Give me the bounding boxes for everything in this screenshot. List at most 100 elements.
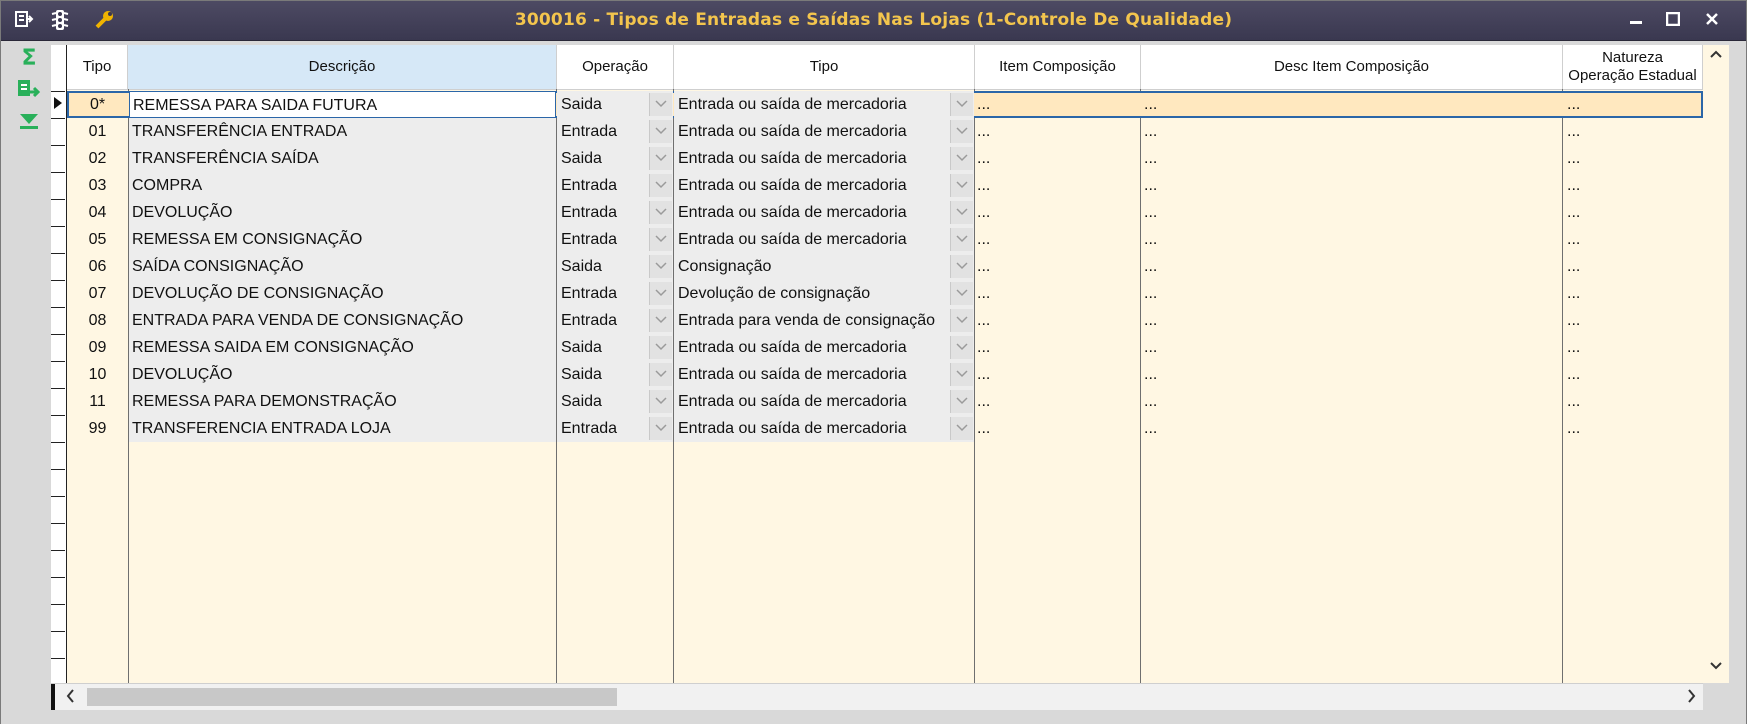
cell-tipo[interactable]: 08 <box>67 307 128 334</box>
cell-desc-item-composicao[interactable]: ... <box>1142 118 1562 145</box>
header-item-composicao[interactable]: Item Composição <box>975 45 1141 89</box>
cell-operacao[interactable]: Saida <box>557 91 673 118</box>
cell-descricao[interactable]: SAÍDA CONSIGNAÇÃO <box>129 253 556 280</box>
chevron-down-icon[interactable] <box>649 336 672 359</box>
table-row[interactable]: 04 DEVOLUÇÃO Entrada Entrada ou saída de me… <box>67 199 1703 226</box>
scroll-down-icon[interactable] <box>1707 659 1725 675</box>
cell-natureza-operacao[interactable]: ... <box>1565 145 1703 172</box>
chevron-down-icon[interactable] <box>950 93 973 116</box>
cell-natureza-operacao[interactable]: ... <box>1565 199 1703 226</box>
table-row[interactable]: 99 TRANSFERENCIA ENTRADA LOJA Entrada Entra… <box>67 415 1703 442</box>
header-natureza-operacao[interactable]: Natureza Operação Estadual <box>1563 45 1703 89</box>
chevron-down-icon[interactable] <box>649 228 672 251</box>
cell-descricao[interactable]: REMESSA PARA DEMONSTRAÇÃO <box>129 388 556 415</box>
cell-desc-item-composicao[interactable]: ... <box>1142 91 1562 118</box>
table-row[interactable]: 06 SAÍDA CONSIGNAÇÃO Saida Consignação.....… <box>67 253 1703 280</box>
cell-descricao[interactable]: COMPRA <box>129 172 556 199</box>
cell-operacao[interactable]: Entrada <box>557 172 673 199</box>
chevron-down-icon[interactable] <box>950 228 973 251</box>
cell-tipo[interactable]: 99 <box>67 415 128 442</box>
scroll-left-icon[interactable] <box>61 686 79 710</box>
cell-tipo-movimento[interactable]: Entrada ou saída de mercadoria <box>674 334 974 361</box>
chevron-down-icon[interactable] <box>649 255 672 278</box>
cell-descricao[interactable]: DEVOLUÇÃO <box>129 361 556 388</box>
chevron-down-icon[interactable] <box>950 390 973 413</box>
cell-item-composicao[interactable]: ... <box>975 172 1140 199</box>
table-row[interactable]: 01 TRANSFERÊNCIA ENTRADA Entrada Entrada ou… <box>67 118 1703 145</box>
cell-desc-item-composicao[interactable]: ... <box>1142 388 1562 415</box>
cell-descricao[interactable]: TRANSFERÊNCIA ENTRADA <box>129 118 556 145</box>
cell-descricao[interactable]: REMESSA EM CONSIGNAÇÃO <box>129 226 556 253</box>
horizontal-scroll-thumb[interactable] <box>87 688 617 706</box>
header-tipo[interactable]: Tipo <box>67 45 128 89</box>
cell-tipo-movimento[interactable]: Entrada ou saída de mercadoria <box>674 388 974 415</box>
chevron-down-icon[interactable] <box>950 147 973 170</box>
cell-desc-item-composicao[interactable]: ... <box>1142 172 1562 199</box>
table-row[interactable]: 05 REMESSA EM CONSIGNAÇÃO Entrada Entrada o… <box>67 226 1703 253</box>
cell-item-composicao[interactable]: ... <box>975 280 1140 307</box>
chevron-down-icon[interactable] <box>950 336 973 359</box>
cell-natureza-operacao[interactable]: ... <box>1565 253 1703 280</box>
cell-tipo-movimento[interactable]: Entrada para venda de consignação <box>674 307 974 334</box>
cell-tipo-movimento[interactable]: Entrada ou saída de mercadoria <box>674 415 974 442</box>
table-row[interactable]: 09 REMESSA SAIDA EM CONSIGNAÇÃO Saida Entra… <box>67 334 1703 361</box>
table-row[interactable]: 10 DEVOLUÇÃO Saida Entrada ou saída de merc… <box>67 361 1703 388</box>
chevron-down-icon[interactable] <box>950 309 973 332</box>
cell-desc-item-composicao[interactable]: ... <box>1142 334 1562 361</box>
cell-natureza-operacao[interactable]: ... <box>1565 415 1703 442</box>
cell-tipo-movimento[interactable]: Entrada ou saída de mercadoria <box>674 145 974 172</box>
chevron-down-icon[interactable] <box>649 201 672 224</box>
cell-operacao[interactable]: Entrada <box>557 415 673 442</box>
cell-descricao[interactable]: TRANSFERENCIA ENTRADA LOJA <box>129 415 556 442</box>
cell-desc-item-composicao[interactable]: ... <box>1142 199 1562 226</box>
cell-item-composicao[interactable]: ... <box>975 199 1140 226</box>
cell-natureza-operacao[interactable]: ... <box>1565 280 1703 307</box>
cell-tipo[interactable]: 07 <box>67 280 128 307</box>
cell-natureza-operacao[interactable]: ... <box>1565 91 1703 118</box>
cell-tipo[interactable]: 0* <box>67 91 128 118</box>
header-tipo-movimento[interactable]: Tipo <box>674 45 975 89</box>
chevron-down-icon[interactable] <box>950 417 973 440</box>
cell-descricao[interactable]: DEVOLUÇÃO <box>129 199 556 226</box>
cell-tipo[interactable]: 11 <box>67 388 128 415</box>
cell-desc-item-composicao[interactable]: ... <box>1142 253 1562 280</box>
cell-item-composicao[interactable]: ... <box>975 307 1140 334</box>
scroll-up-icon[interactable] <box>1707 47 1725 63</box>
expand-down-icon[interactable] <box>15 111 43 139</box>
cell-operacao[interactable]: Entrada <box>557 199 673 226</box>
cell-tipo-movimento[interactable]: Entrada ou saída de mercadoria <box>674 226 974 253</box>
maximize-button[interactable] <box>1658 8 1688 34</box>
cell-descricao[interactable]: DEVOLUÇÃO DE CONSIGNAÇÃO <box>129 280 556 307</box>
cell-item-composicao[interactable]: ... <box>975 253 1140 280</box>
cell-operacao[interactable]: Entrada <box>557 226 673 253</box>
cell-tipo-movimento[interactable]: Entrada ou saída de mercadoria <box>674 199 974 226</box>
table-row[interactable]: 07 DEVOLUÇÃO DE CONSIGNAÇÃO Entrada Devoluç… <box>67 280 1703 307</box>
chevron-down-icon[interactable] <box>649 309 672 332</box>
cell-item-composicao[interactable]: ... <box>975 145 1140 172</box>
minimize-button[interactable] <box>1621 8 1651 34</box>
chevron-down-icon[interactable] <box>649 282 672 305</box>
cell-tipo[interactable]: 05 <box>67 226 128 253</box>
horizontal-scrollbar[interactable] <box>51 683 1703 711</box>
header-desc-item-composicao[interactable]: Desc Item Composição <box>1141 45 1563 89</box>
chevron-down-icon[interactable] <box>649 417 672 440</box>
cell-tipo-movimento[interactable]: Entrada ou saída de mercadoria <box>674 172 974 199</box>
cell-desc-item-composicao[interactable]: ... <box>1142 361 1562 388</box>
cell-desc-item-composicao[interactable]: ... <box>1142 280 1562 307</box>
cell-item-composicao[interactable]: ... <box>975 388 1140 415</box>
cell-operacao[interactable]: Entrada <box>557 307 673 334</box>
cell-item-composicao[interactable]: ... <box>975 226 1140 253</box>
table-row[interactable]: 03 COMPRA Entrada Entrada ou saída de merca… <box>67 172 1703 199</box>
cell-operacao[interactable]: Entrada <box>557 118 673 145</box>
cell-tipo-movimento[interactable]: Consignação <box>674 253 974 280</box>
cell-natureza-operacao[interactable]: ... <box>1565 118 1703 145</box>
header-operacao[interactable]: Operação <box>557 45 674 89</box>
cell-tipo[interactable]: 03 <box>67 172 128 199</box>
cell-natureza-operacao[interactable]: ... <box>1565 172 1703 199</box>
cell-operacao[interactable]: Saida <box>557 388 673 415</box>
cell-natureza-operacao[interactable]: ... <box>1565 307 1703 334</box>
chevron-down-icon[interactable] <box>649 363 672 386</box>
cell-tipo[interactable]: 01 <box>67 118 128 145</box>
chevron-down-icon[interactable] <box>649 390 672 413</box>
cell-tipo-movimento[interactable]: Entrada ou saída de mercadoria <box>674 118 974 145</box>
